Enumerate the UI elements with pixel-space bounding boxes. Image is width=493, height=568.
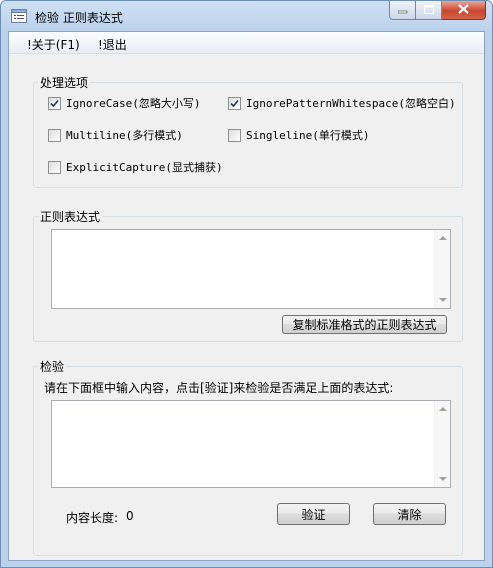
singleline-label: Singleline(单行模式) (246, 129, 370, 142)
options-group: 处理选项 IgnoreCase(忽略大小写) IgnorePatternWhit… (33, 74, 463, 188)
minimize-button[interactable] (389, 1, 416, 20)
close-button[interactable] (442, 1, 486, 20)
length-label: 内容长度: (66, 511, 119, 525)
ignorepatternwhitespace-option[interactable]: IgnorePatternWhitespace(忽略空白) (228, 95, 456, 111)
regex-scrollbar[interactable] (434, 230, 450, 308)
ignorecase-label: IgnoreCase(忽略大小写) (66, 97, 201, 110)
regex-input[interactable] (51, 229, 451, 309)
explicitcapture-checkbox[interactable] (48, 160, 61, 174)
multiline-option[interactable]: Multiline(多行模式) (48, 127, 183, 143)
menu-item-about[interactable]: !关于(F1) (27, 36, 80, 53)
menu-item-exit[interactable]: !退出 (98, 36, 127, 53)
singleline-checkbox[interactable] (228, 128, 241, 142)
regex-group: 正则表达式 复制标准格式的正则表达式 (33, 208, 463, 342)
length-value: 0 (126, 509, 134, 523)
ignorepatternwhitespace-checkbox[interactable] (228, 96, 241, 110)
verify-button[interactable]: 验证 (277, 503, 350, 525)
checkmark-icon (50, 99, 59, 107)
caption-buttons (389, 1, 486, 21)
client-area: !关于(F1) !退出 处理选项 IgnoreCase(忽略大小写) Ignor… (8, 31, 485, 561)
checkmark-icon (230, 99, 239, 107)
maximize-button[interactable] (416, 1, 442, 20)
test-input[interactable] (51, 400, 451, 488)
window-title: 检验 正则表达式 (35, 11, 123, 25)
explicitcapture-option[interactable]: ExplicitCapture(显式捕获) (48, 159, 223, 175)
scroll-up-icon[interactable] (439, 236, 447, 240)
multiline-label: Multiline(多行模式) (66, 129, 183, 142)
app-window: 检验 正则表达式 !关于(F1) !退出 处理选项 IgnoreCase(忽略大… (0, 0, 493, 568)
close-icon (458, 3, 469, 17)
multiline-checkbox[interactable] (48, 128, 61, 142)
scroll-down-icon[interactable] (439, 298, 447, 302)
singleline-option[interactable]: Singleline(单行模式) (228, 127, 369, 143)
test-scrollbar[interactable] (434, 401, 450, 487)
test-instruction: 请在下面框中输入内容，点击[验证]来检验是否满足上面的表达式: (44, 381, 394, 395)
menu-bar: !关于(F1) !退出 (9, 32, 484, 54)
scroll-up-icon[interactable] (439, 407, 447, 411)
regex-group-title: 正则表达式 (38, 208, 103, 225)
maximize-icon (423, 3, 434, 17)
scroll-down-icon[interactable] (439, 477, 447, 481)
ignorecase-checkbox[interactable] (48, 96, 61, 110)
copy-regex-button[interactable]: 复制标准格式的正则表达式 (282, 315, 447, 334)
clear-button[interactable]: 清除 (373, 503, 446, 525)
title-bar[interactable]: 检验 正则表达式 (1, 1, 492, 31)
test-group-title: 检验 (38, 358, 67, 375)
form-icon (11, 9, 27, 23)
minimize-icon (397, 3, 408, 17)
ignorecase-option[interactable]: IgnoreCase(忽略大小写) (48, 95, 200, 111)
test-group: 检验 请在下面框中输入内容，点击[验证]来检验是否满足上面的表达式: 内容长度:… (33, 358, 463, 556)
ignorepatternwhitespace-label: IgnorePatternWhitespace(忽略空白) (246, 97, 456, 110)
options-group-title: 处理选项 (38, 74, 91, 91)
explicitcapture-label: ExplicitCapture(显式捕获) (66, 161, 223, 174)
